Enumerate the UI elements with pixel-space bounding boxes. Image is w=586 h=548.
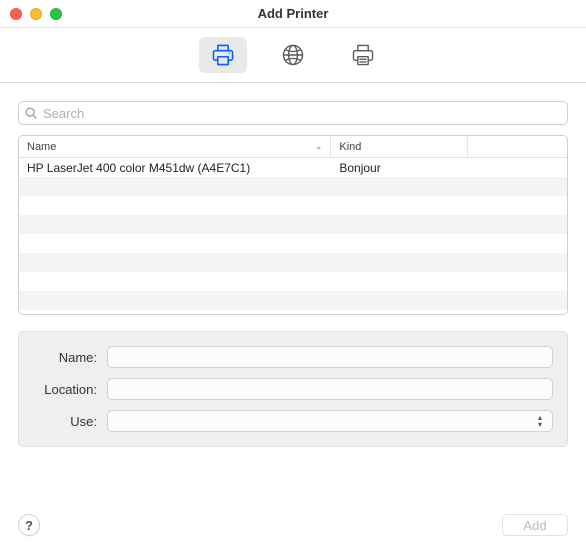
location-field[interactable] [107, 378, 553, 400]
table-body[interactable]: HP LaserJet 400 color M451dw (A4E7C1)Bon… [19, 158, 567, 314]
tab-default-printer[interactable] [199, 37, 247, 73]
column-header-spacer [468, 136, 567, 157]
table-row [19, 177, 567, 196]
name-label: Name: [29, 350, 107, 365]
advanced-printer-icon [350, 42, 376, 68]
table-row [19, 272, 567, 291]
column-header-kind[interactable]: Kind [331, 136, 468, 157]
toolbar [0, 28, 586, 83]
column-header-kind-label: Kind [339, 141, 361, 153]
name-field[interactable] [107, 346, 553, 368]
add-button[interactable]: Add [502, 514, 568, 536]
table-row [19, 215, 567, 234]
column-header-name[interactable]: Name ⌄ [19, 136, 331, 157]
footer: ? Add [18, 496, 568, 536]
sort-indicator-icon: ⌄ [315, 141, 323, 152]
help-button[interactable]: ? [18, 514, 40, 536]
use-select[interactable]: ▴▾ [107, 410, 553, 432]
cell-name: HP LaserJet 400 color M451dw (A4E7C1) [19, 161, 331, 175]
table-row [19, 253, 567, 272]
printer-table: Name ⌄ Kind HP LaserJet 400 color M451dw… [18, 135, 568, 315]
use-label: Use: [29, 414, 107, 429]
title-bar: Add Printer [0, 0, 586, 28]
details-panel: Name: Location: Use: ▴▾ [18, 331, 568, 447]
search-field-wrap [18, 101, 568, 125]
select-arrows-icon: ▴▾ [532, 412, 548, 430]
tab-ip-printer[interactable] [269, 37, 317, 73]
window-title: Add Printer [0, 6, 586, 21]
content-area: Name ⌄ Kind HP LaserJet 400 color M451dw… [0, 83, 586, 548]
table-row [19, 196, 567, 215]
table-row [19, 291, 567, 310]
tab-windows-printer[interactable] [339, 37, 387, 73]
search-input[interactable] [18, 101, 568, 125]
help-button-label: ? [25, 518, 33, 533]
globe-icon [280, 42, 306, 68]
column-header-name-label: Name [27, 141, 56, 153]
table-header: Name ⌄ Kind [19, 136, 567, 158]
location-label: Location: [29, 382, 107, 397]
table-row [19, 234, 567, 253]
printer-icon [210, 42, 236, 68]
cell-kind: Bonjour [331, 161, 468, 175]
add-button-label: Add [523, 518, 546, 533]
table-row[interactable]: HP LaserJet 400 color M451dw (A4E7C1)Bon… [19, 158, 567, 177]
